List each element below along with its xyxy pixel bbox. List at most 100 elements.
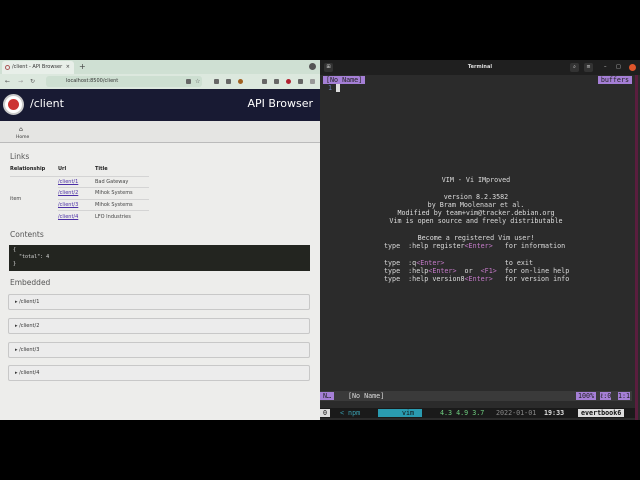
logo-icon bbox=[3, 94, 24, 115]
new-tab-button[interactable]: + bbox=[79, 60, 86, 74]
links-table: Relationship Url Title item/client/1 Bad Ga… bbox=[10, 165, 149, 222]
help-line: type :help<Enter> or <F1> for on-line he… bbox=[384, 267, 569, 275]
col-pos: 1:1 bbox=[618, 392, 631, 400]
menu-icon[interactable] bbox=[310, 79, 315, 84]
file-name: [No Name] bbox=[348, 392, 385, 400]
url-link[interactable]: /client/4 bbox=[58, 214, 78, 220]
tab-title: /client - API Browser bbox=[12, 64, 63, 70]
help-text: to exit bbox=[444, 258, 533, 267]
extension-icon[interactable] bbox=[262, 79, 267, 84]
col-title: Title bbox=[95, 165, 108, 172]
line-pos: ℓ:0 bbox=[600, 392, 612, 400]
home-link[interactable]: Home bbox=[16, 135, 29, 140]
tmux-window-active[interactable]: vim bbox=[378, 409, 423, 417]
load-average: 4.3 4.9 3.7 bbox=[440, 409, 485, 417]
pocket-icon[interactable] bbox=[214, 79, 219, 84]
url-text: localhost:8500/client bbox=[66, 78, 119, 84]
close-icon[interactable] bbox=[629, 64, 636, 71]
embedded-item[interactable]: ▸ /client/4 bbox=[8, 365, 310, 381]
links-heading: Links bbox=[10, 152, 30, 161]
relationship-cell: item bbox=[10, 175, 58, 222]
extension-icon[interactable] bbox=[298, 79, 303, 84]
app-name: API Browser bbox=[247, 97, 313, 110]
home-icon[interactable]: ⌂ bbox=[19, 126, 23, 133]
menu-icon[interactable]: ≡ bbox=[584, 63, 593, 72]
splash-line: Vim is open source and freely distributa… bbox=[389, 217, 563, 226]
browser-window: /client - API Browser × + ← → ↻ localhost… bbox=[0, 60, 320, 420]
app-header: /client API Browser bbox=[0, 89, 320, 121]
settings-icon[interactable] bbox=[309, 63, 316, 70]
help-text: type :q bbox=[384, 258, 417, 267]
forward-icon[interactable]: → bbox=[18, 74, 23, 89]
splash-line: version 8.2.3582 bbox=[443, 192, 509, 201]
tmux-statusbar: 0 < npm vim 4.3 4.9 3.7 2022-01-01 19:33… bbox=[320, 408, 636, 418]
vim-tab[interactable]: [No Name] bbox=[323, 76, 366, 84]
tab-bar: /client - API Browser × + bbox=[0, 60, 320, 74]
line-number: 1 bbox=[328, 84, 333, 92]
vim-statusline: N… [No Name] 100% ℓ:0 1:1 bbox=[320, 391, 632, 401]
url-bar[interactable]: localhost:8500/client bbox=[46, 76, 202, 87]
url-link[interactable]: /client/2 bbox=[58, 190, 78, 196]
qr-icon[interactable] bbox=[186, 79, 191, 84]
search-icon[interactable]: ⌕ bbox=[570, 63, 579, 72]
bookmark-icon[interactable]: ☆ bbox=[195, 74, 200, 85]
help-text: or <F1> for on-line help bbox=[456, 266, 570, 275]
col-relationship: Relationship bbox=[10, 165, 46, 172]
table-row: item/client/1 Bad Gateway bbox=[10, 175, 149, 222]
date: 2022-01-01 bbox=[496, 409, 537, 417]
cursor bbox=[336, 84, 340, 92]
splash-line: Modified by team+vim@tracker.debian.org bbox=[397, 209, 555, 218]
browser-tab[interactable]: /client - API Browser × bbox=[2, 61, 74, 74]
mode-indicator: N… bbox=[320, 392, 335, 400]
minimize-icon[interactable]: – bbox=[604, 60, 607, 75]
hostname: evertbook6 bbox=[578, 409, 625, 417]
title-cell: Mihok Systems bbox=[95, 198, 149, 211]
url-link[interactable]: /client/1 bbox=[58, 179, 78, 185]
vim-help: type :help register<Enter> for informati… bbox=[384, 242, 569, 283]
url-link[interactable]: /client/3 bbox=[58, 202, 78, 208]
help-text: type :help bbox=[384, 266, 429, 275]
help-line: type :help register<Enter> for informati… bbox=[384, 242, 569, 250]
terminal-window: ⊞ Terminal ⌕ ≡ – □ [No Name] buffers 1 V… bbox=[320, 60, 640, 420]
tmux-session: 0 bbox=[320, 409, 331, 417]
reader-icon[interactable] bbox=[226, 79, 231, 84]
title-cell: Mihok Systems bbox=[95, 187, 149, 199]
contents-heading: Contents bbox=[10, 230, 44, 239]
embedded-item[interactable]: ▸ /client/2 bbox=[8, 318, 310, 334]
embedded-item[interactable]: ▸ /client/3 bbox=[8, 342, 310, 358]
home-nav: ⌂ Home bbox=[0, 121, 320, 143]
splash-line bbox=[320, 226, 632, 234]
ublock-icon[interactable] bbox=[286, 79, 291, 84]
splash-line: by Bram Moolenaar et al. bbox=[427, 200, 525, 209]
key-hint: <Enter> bbox=[464, 275, 493, 284]
key-hint: <Enter> bbox=[464, 242, 493, 250]
help-text: type :help register bbox=[384, 242, 465, 250]
help-line bbox=[384, 250, 569, 258]
reload-icon[interactable]: ↻ bbox=[30, 74, 35, 89]
page-title: /client bbox=[30, 97, 64, 110]
col-url: Url bbox=[58, 165, 67, 172]
key-hint: <Enter> bbox=[416, 258, 445, 267]
extension-icon[interactable] bbox=[274, 79, 279, 84]
back-icon[interactable]: ← bbox=[5, 74, 10, 89]
key-hint: <Enter> bbox=[428, 266, 457, 275]
tmux-window[interactable]: < npm bbox=[340, 409, 360, 417]
splash-line: VIM - Vi IMproved bbox=[441, 176, 511, 184]
scrollbar[interactable] bbox=[635, 75, 638, 420]
terminal-titlebar: ⊞ Terminal ⌕ ≡ – □ bbox=[320, 60, 640, 75]
help-text bbox=[384, 250, 388, 258]
contents-json: { "total": 4 } bbox=[9, 245, 310, 271]
vim-splash: VIM - Vi IMproved version 8.2.3582 by Bram… bbox=[320, 176, 632, 242]
embedded-item[interactable]: ▸ /client/1 bbox=[8, 294, 310, 310]
splash-line bbox=[320, 184, 632, 192]
title-cell: Bad Gateway bbox=[95, 175, 149, 188]
help-text: for information bbox=[492, 242, 566, 250]
close-tab-button[interactable]: × bbox=[66, 61, 70, 74]
time: 19:33 bbox=[544, 409, 565, 417]
percent: 100% bbox=[576, 392, 597, 400]
embedded-heading: Embedded bbox=[10, 278, 51, 287]
help-text: for version info bbox=[492, 275, 570, 284]
nav-bar: ← → ↻ localhost:8500/client ☆ bbox=[0, 74, 320, 89]
extension-icon[interactable] bbox=[238, 79, 243, 84]
maximize-icon[interactable]: □ bbox=[616, 60, 621, 75]
